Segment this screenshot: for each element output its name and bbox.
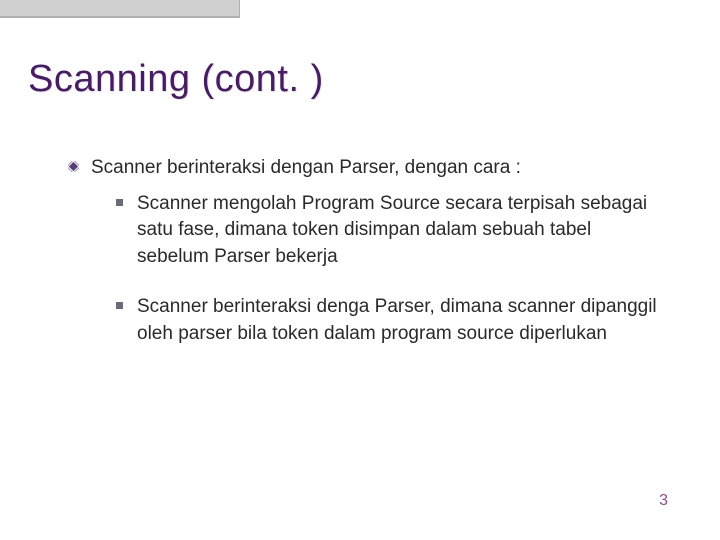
bullet-sub: Scanner mengolah Program Source secara t… xyxy=(116,191,670,271)
slide-body: Scanner berinteraksi dengan Parser, deng… xyxy=(68,155,670,372)
bullet-sub-text: Scanner berinteraksi denga Parser, diman… xyxy=(137,294,657,347)
square-bullet-icon xyxy=(116,199,123,206)
bullet-main-text: Scanner berinteraksi dengan Parser, deng… xyxy=(91,155,521,181)
bullet-main: Scanner berinteraksi dengan Parser, deng… xyxy=(68,155,670,181)
square-bullet-icon xyxy=(116,302,123,309)
diamond-bullet-icon xyxy=(68,161,79,172)
top-accent-bar xyxy=(0,0,240,18)
page-number: 3 xyxy=(659,492,668,510)
slide-title: Scanning (cont. ) xyxy=(28,58,324,101)
bullet-sub: Scanner berinteraksi denga Parser, diman… xyxy=(116,294,670,347)
bullet-sub-text: Scanner mengolah Program Source secara t… xyxy=(137,191,657,271)
